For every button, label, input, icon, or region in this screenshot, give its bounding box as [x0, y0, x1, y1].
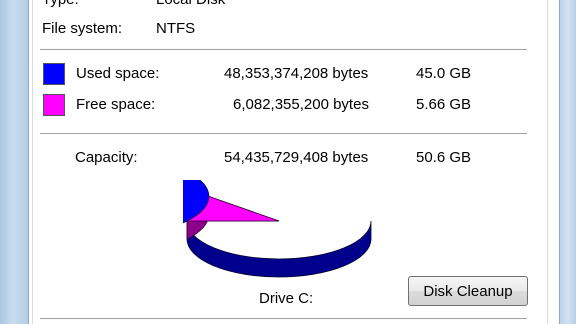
- separator-2: [40, 133, 527, 135]
- type-value: Local Disk: [156, 0, 225, 9]
- free-space-label: Free space:: [76, 96, 156, 113]
- type-label: Type:: [42, 0, 79, 9]
- used-space-color-swatch: [43, 63, 65, 85]
- pie-side-used: [186, 220, 372, 278]
- window-left-border: [0, 0, 29, 324]
- panel-border-right: [547, 0, 548, 324]
- disk-usage-pie-chart: [183, 180, 372, 278]
- free-space-color-swatch: [43, 94, 65, 116]
- used-space-bytes: 48,353,374,208 bytes: [224, 65, 369, 82]
- panel-border-left: [32, 0, 33, 324]
- separator-3: [40, 318, 527, 320]
- disk-cleanup-button[interactable]: Disk Cleanup: [408, 276, 528, 306]
- used-space-size: 45.0 GB: [416, 65, 472, 82]
- window-right-border: [559, 0, 576, 324]
- filesystem-label: File system:: [42, 20, 123, 37]
- used-space-label: Used space:: [76, 65, 160, 82]
- capacity-label: Capacity:: [75, 149, 138, 166]
- separator-1: [40, 49, 527, 51]
- capacity-bytes: 54,435,729,408 bytes: [224, 149, 369, 166]
- drive-label: Drive C:: [259, 290, 314, 307]
- free-space-size: 5.66 GB: [416, 96, 472, 113]
- free-space-bytes: 6,082,355,200 bytes: [233, 96, 369, 113]
- capacity-size: 50.6 GB: [416, 149, 472, 166]
- filesystem-value: NTFS: [156, 20, 196, 37]
